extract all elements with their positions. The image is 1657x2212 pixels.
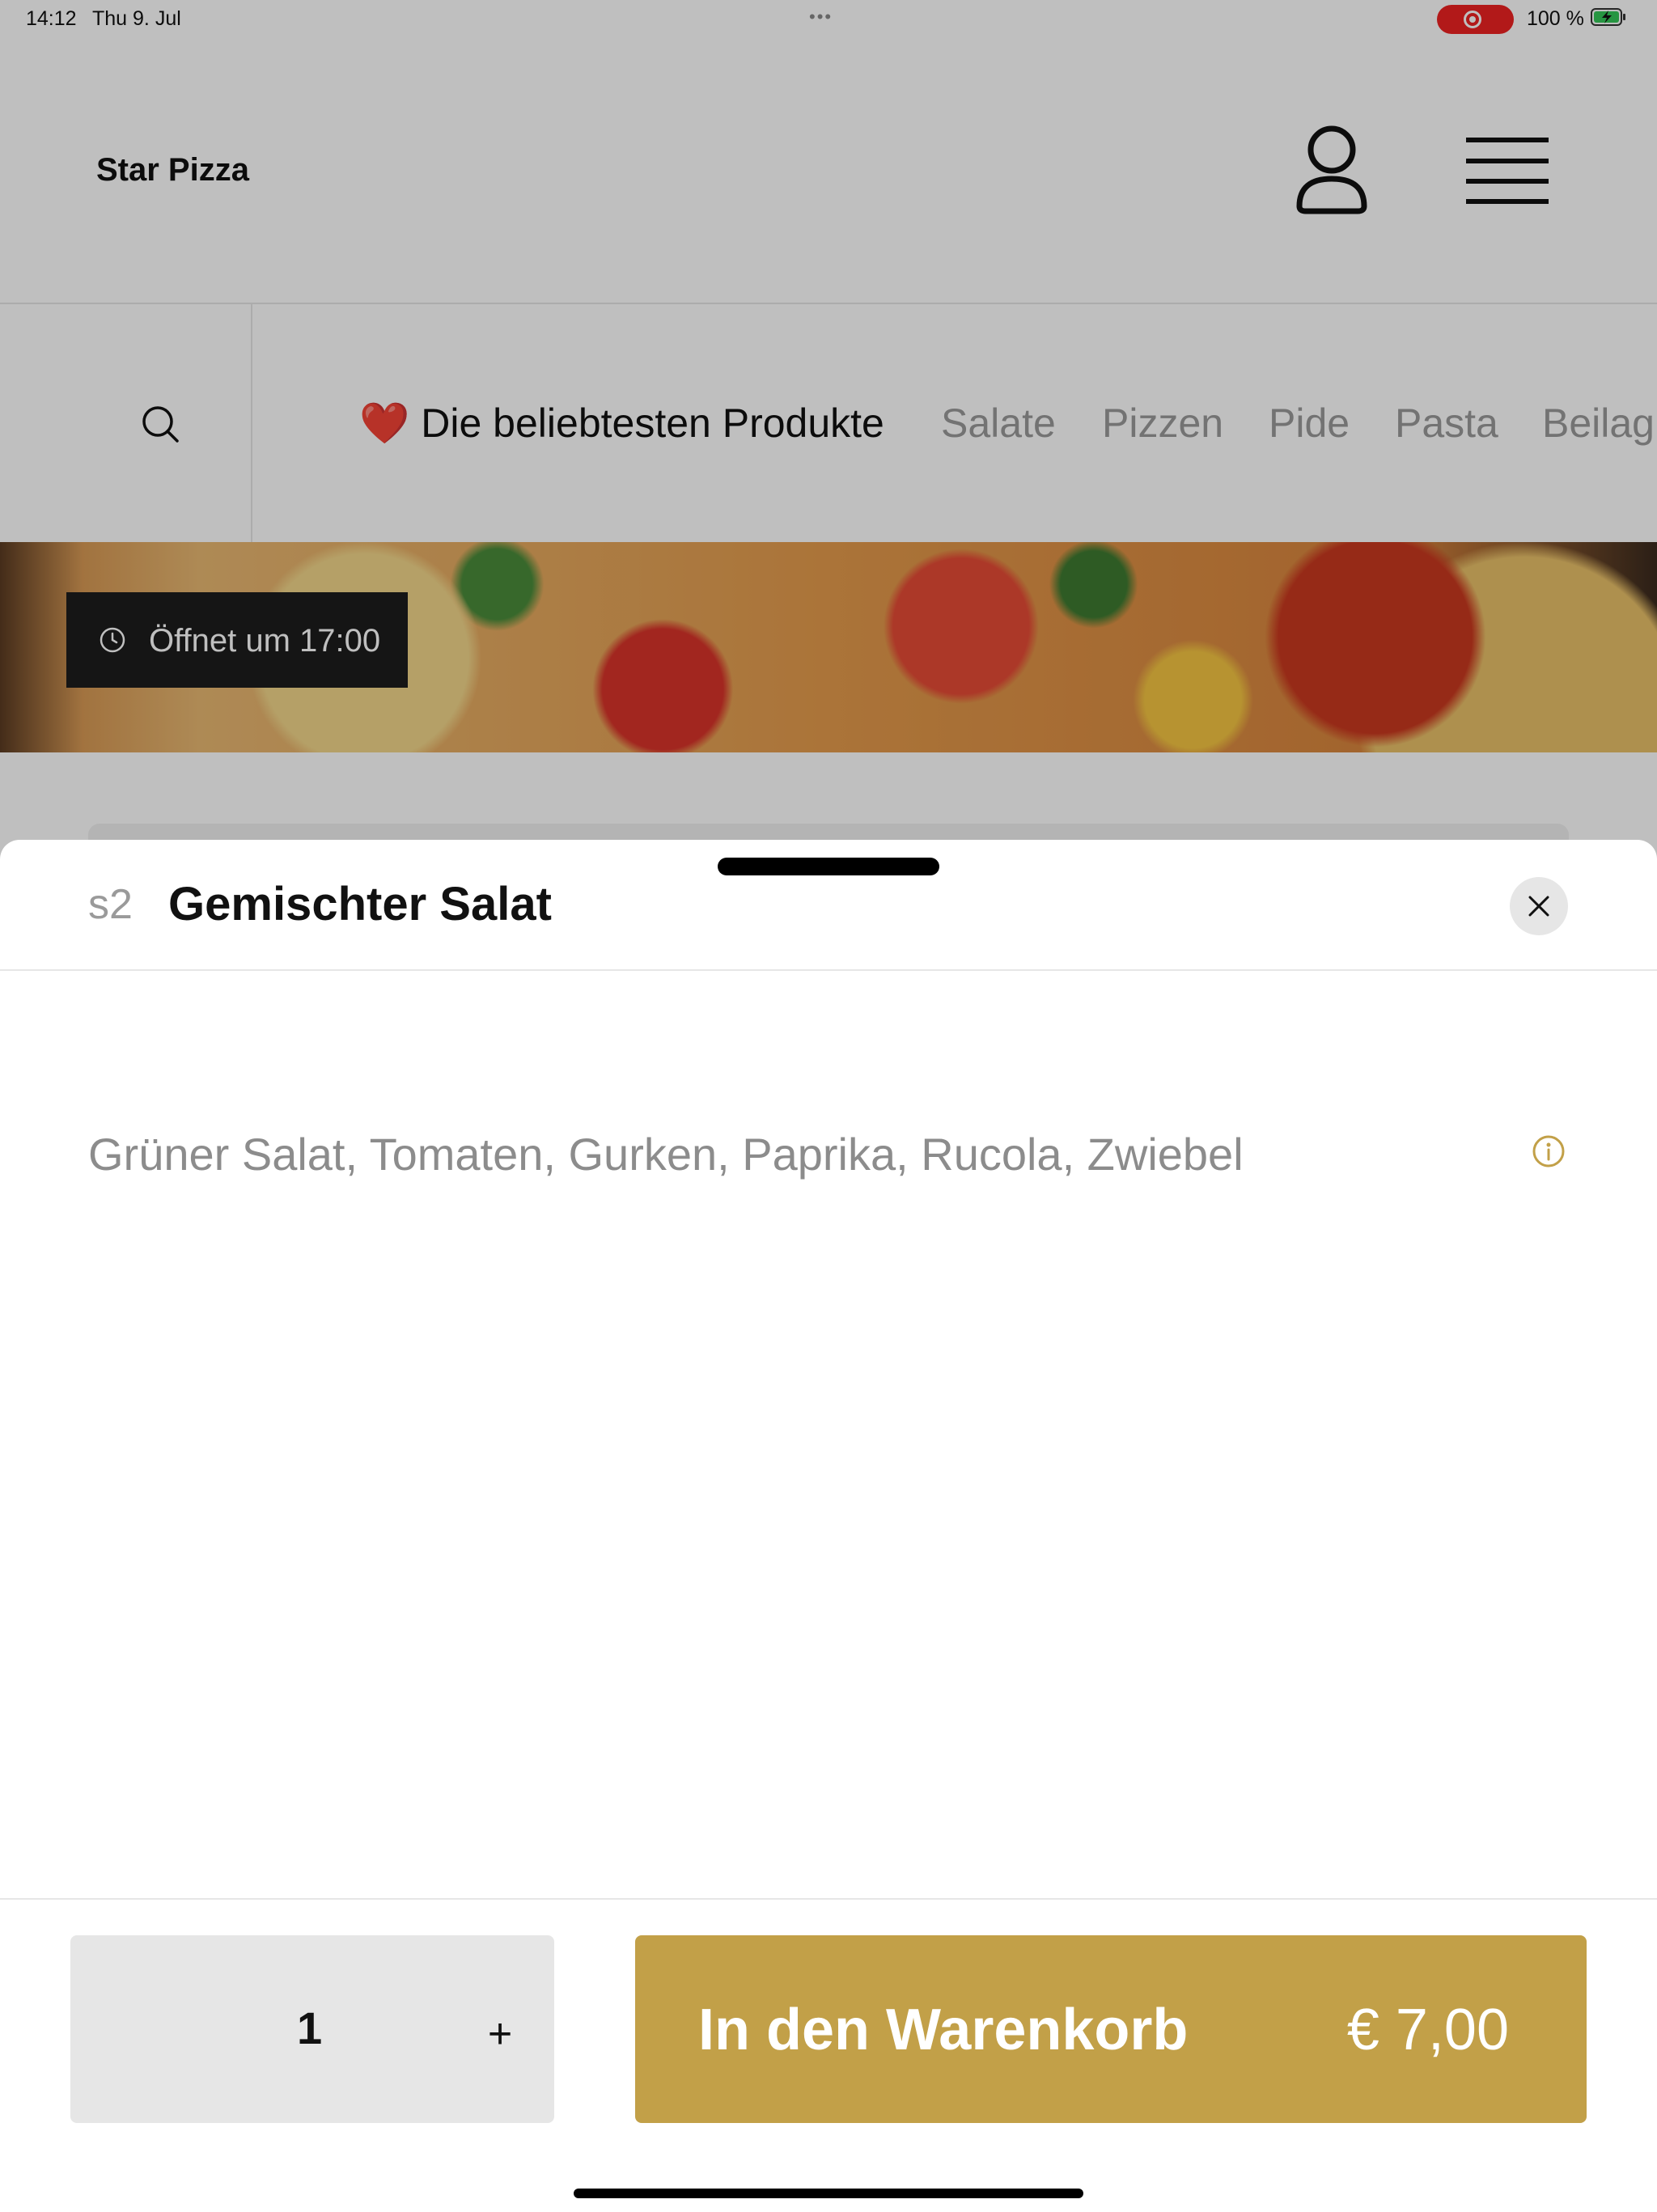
sheet-header: s2 Gemischter Salat [0,840,1657,971]
close-button[interactable] [1510,877,1568,935]
quantity-value: 1 [297,2002,323,2053]
item-code: s2 [88,881,133,928]
sheet-grabber-handle[interactable] [718,858,939,875]
info-icon[interactable] [1532,1134,1566,1168]
item-price: € 7,00 [1346,1998,1509,2062]
quantity-stepper: 1 + [70,1935,554,2123]
increase-quantity-button[interactable]: + [456,1994,545,2074]
add-to-cart-button[interactable]: In den Warenkorb € 7,00 [635,1935,1587,2123]
item-description: Grüner Salat, Tomaten, Gurken, Paprika, … [88,1129,1244,1180]
close-icon [1528,896,1549,917]
home-indicator[interactable] [574,2189,1083,2198]
product-detail-sheet: s2 Gemischter Salat Grüner Salat, Tomate… [0,840,1657,2210]
add-to-cart-label: In den Warenkorb [698,1998,1189,2062]
item-title: Gemischter Salat [168,878,552,930]
sheet-footer: 1 + In den Warenkorb € 7,00 [0,1898,1657,2212]
